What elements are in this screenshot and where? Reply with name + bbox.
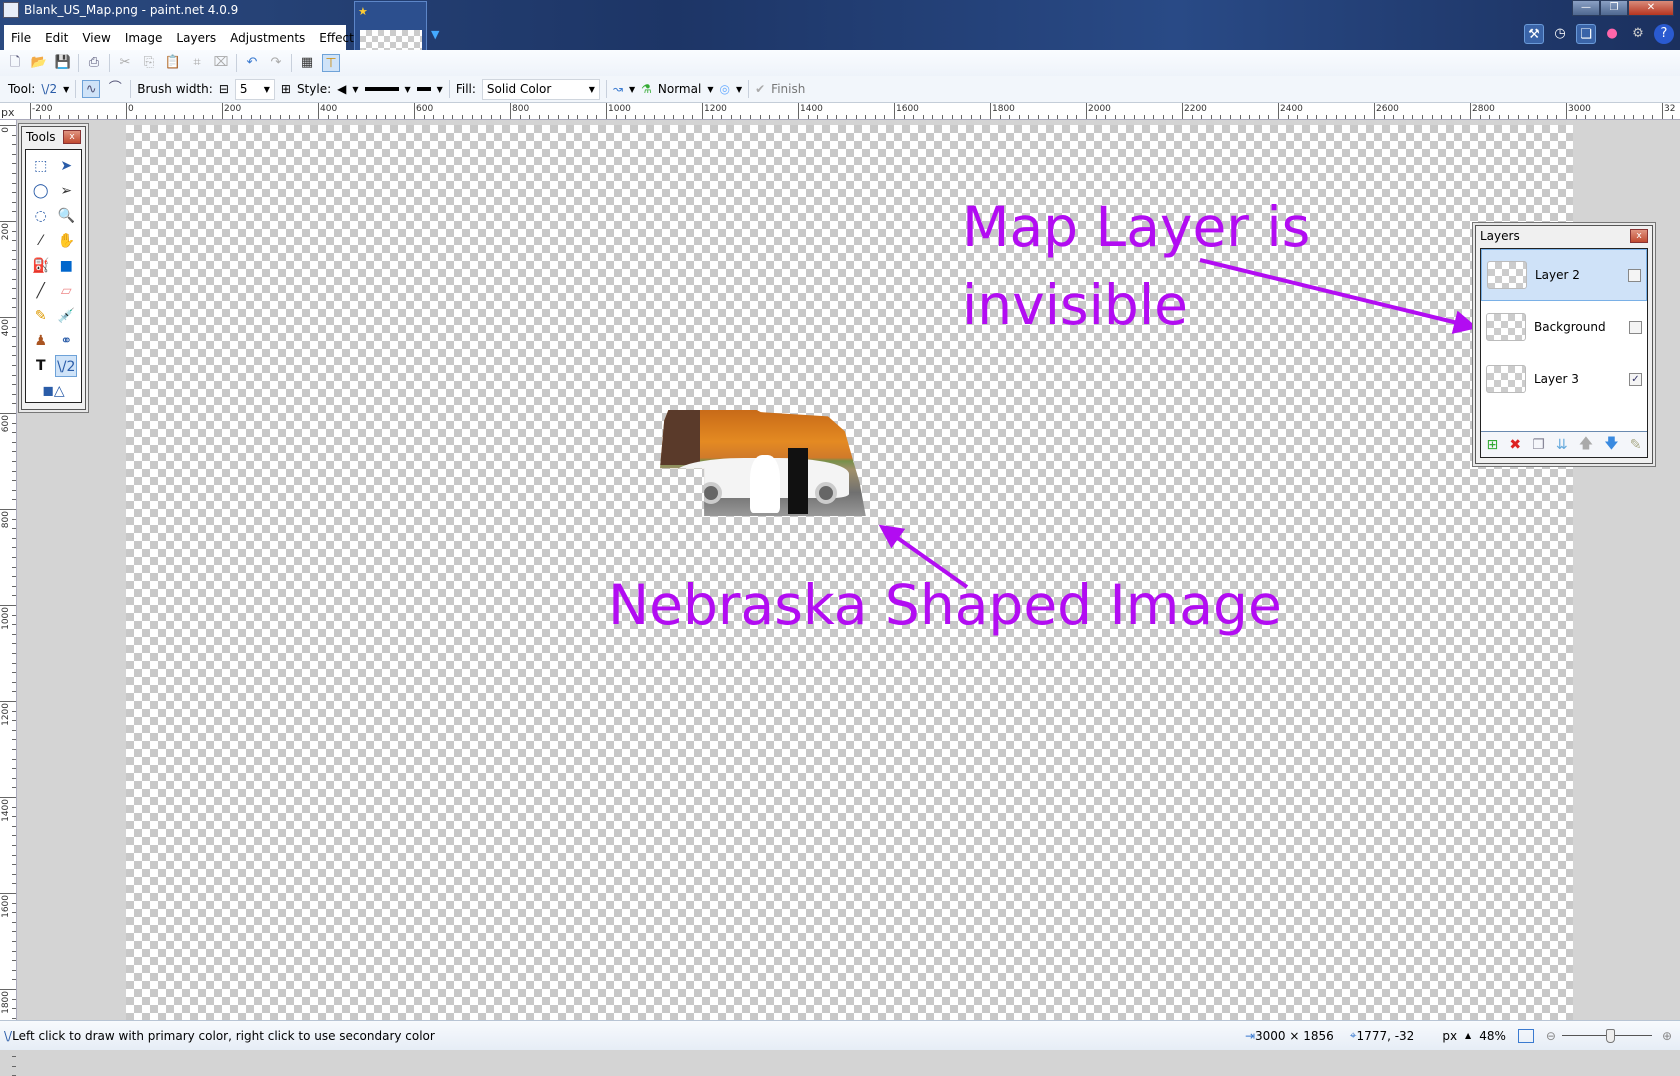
tools-panel: Tools x ⬚ ➤ ◯ ➢ ◌ 🔍 ⁄ ✋ ⛽ ■ ╱ ▱ ✎ 💉 ♟ ⚭ T… <box>21 126 86 410</box>
layer-properties-icon[interactable]: ✎ <box>1630 437 1642 453</box>
layer-list: Layer 2 Background Layer 3 ✓ ⊞ ✖ ❐ ⇊ 🡅 🡇… <box>1480 248 1648 458</box>
clone-stamp-icon[interactable]: ♟ <box>30 330 52 352</box>
annotation-arrows <box>878 258 1478 589</box>
pan-icon[interactable]: ✋ <box>55 230 77 252</box>
visibility-checkbox[interactable]: ✓ <box>1629 372 1642 386</box>
eraser-icon[interactable]: ▱ <box>55 280 77 302</box>
close-icon[interactable]: x <box>63 130 81 144</box>
gradient-icon[interactable]: ■ <box>55 255 77 277</box>
recolor-icon[interactable]: ⚭ <box>55 330 77 352</box>
close-icon[interactable]: x <box>1630 229 1648 243</box>
text-icon[interactable]: T <box>30 355 52 377</box>
layer-name: Layer 2 <box>1535 268 1580 282</box>
delete-layer-icon[interactable]: ✖ <box>1509 437 1521 453</box>
status-bar: \/ Left click to draw with primary color… <box>0 1020 1680 1050</box>
tools-title: Tools <box>26 130 56 144</box>
layer-row-layer-2[interactable]: Layer 2 <box>1481 249 1647 301</box>
move-selected-icon[interactable]: ➢ <box>55 180 77 202</box>
chevron-up-icon[interactable]: ▲ <box>1465 1031 1471 1040</box>
move-down-icon[interactable]: 🡇 <box>1604 433 1618 457</box>
paint-bucket-icon[interactable]: ⛽ <box>30 255 52 277</box>
zoom-slider[interactable] <box>1561 1028 1652 1043</box>
ellipse-select-icon[interactable]: ◌ <box>30 205 52 227</box>
move-up-icon[interactable]: 🡅 <box>1579 433 1593 457</box>
ruler-tick <box>12 1065 16 1067</box>
cursor-position: 1777, -32 <box>1356 1028 1415 1043</box>
image-size-icon: ⇥ <box>1244 1028 1256 1043</box>
lasso-select-icon[interactable]: ◯ <box>30 180 52 202</box>
shapes-icon[interactable]: ◼△ <box>34 380 74 402</box>
tool-grid: ⬚ ➤ ◯ ➢ ◌ 🔍 ⁄ ✋ ⛽ ■ ╱ ▱ ✎ 💉 ♟ ⚭ T \/2 ◼△ <box>25 149 82 403</box>
zoom-level[interactable]: 48% <box>1479 1029 1506 1043</box>
cursor-position-icon: ⌖ <box>1349 1028 1357 1042</box>
layer-name: Layer 3 <box>1534 372 1579 386</box>
status-hint: Left click to draw with primary color, r… <box>12 1028 435 1043</box>
merge-down-icon[interactable]: ⇊ <box>1556 437 1568 453</box>
image-size: 3000 × 1856 <box>1255 1028 1334 1043</box>
annotation-map-layer: Map Layer is <box>962 195 1311 259</box>
add-layer-icon[interactable]: ⊞ <box>1487 437 1499 453</box>
zoom-icon[interactable]: 🔍 <box>55 205 77 227</box>
pencil-icon[interactable]: ✎ <box>30 305 52 327</box>
visibility-checkbox[interactable] <box>1629 320 1642 334</box>
layer-thumbnail <box>1486 313 1526 341</box>
zoom-in-icon[interactable]: ⊕ <box>1662 1029 1672 1043</box>
layer-thumbnail <box>1486 365 1526 393</box>
zoom-out-icon[interactable]: ⊖ <box>1546 1029 1556 1043</box>
layer-name: Background <box>1534 320 1606 334</box>
magic-wand-icon[interactable]: ⁄ <box>30 230 52 252</box>
annotation-nebraska: Nebraska Shaped Image <box>608 573 1282 637</box>
rectangle-select-icon[interactable]: ⬚ <box>30 155 52 177</box>
layers-panel: Layers x Layer 2 Background Layer 3 ✓ ⊞ ✖… <box>1475 225 1653 464</box>
zoom-to-window-icon[interactable] <box>1517 1028 1534 1043</box>
move-selection-icon[interactable]: ➤ <box>55 155 77 177</box>
layer-actions: ⊞ ✖ ❐ ⇊ 🡅 🡇 ✎ <box>1481 431 1647 457</box>
units-select[interactable]: px <box>1442 1029 1457 1043</box>
layer-row-background[interactable]: Background <box>1481 301 1647 353</box>
line-curve-icon[interactable]: \/2 <box>55 354 78 377</box>
layer-thumbnail <box>1487 261 1527 289</box>
line-tool-icon: \/ <box>4 1028 13 1043</box>
slider-thumb[interactable] <box>1606 1028 1616 1043</box>
duplicate-layer-icon[interactable]: ❐ <box>1532 437 1545 453</box>
layer-row-layer-3[interactable]: Layer 3 ✓ <box>1481 353 1647 405</box>
paintbrush-icon[interactable]: ╱ <box>30 280 52 302</box>
layers-title: Layers <box>1480 229 1520 243</box>
annotation-invisible: invisible <box>962 273 1188 337</box>
visibility-checkbox[interactable] <box>1628 268 1641 282</box>
color-picker-icon[interactable]: 💉 <box>55 305 77 327</box>
arrow-to-layers <box>1199 258 1478 334</box>
ruler-tick <box>12 1056 16 1058</box>
